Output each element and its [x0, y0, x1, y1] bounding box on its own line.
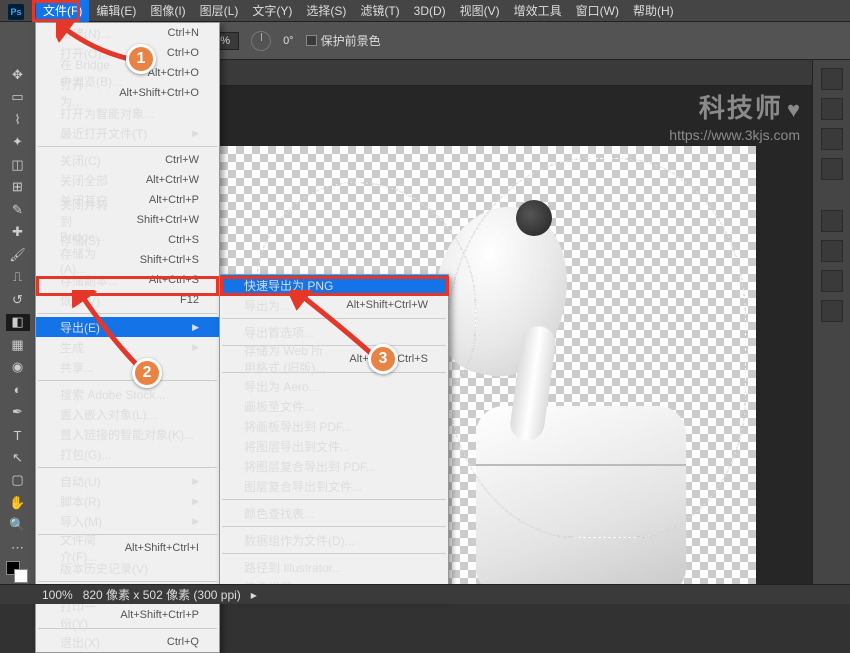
menubar-item[interactable]: 增效工具: [507, 0, 569, 22]
brush-tool[interactable]: 🖌: [6, 246, 30, 264]
menu-item[interactable]: 存储为 Web 所用格式 (旧版)...Alt+Shift+Ctrl+S: [220, 349, 448, 369]
lasso-tool[interactable]: ⌇: [6, 111, 30, 129]
menu-item[interactable]: 文件简介(F)...Alt+Shift+Ctrl+I: [36, 538, 219, 558]
stamp-tool[interactable]: ⎍: [6, 269, 30, 287]
menu-item[interactable]: 颜色查找表...: [220, 503, 448, 523]
history-tool[interactable]: ↺: [6, 291, 30, 309]
menu-item[interactable]: 打开为...Alt+Shift+Ctrl+O: [36, 83, 219, 103]
eraser-tool[interactable]: ◧: [6, 314, 30, 332]
menu-item[interactable]: 新建(N)...Ctrl+N: [36, 23, 219, 43]
blur-tool[interactable]: ◉: [6, 359, 30, 377]
menu-item[interactable]: 共享...: [36, 357, 219, 377]
menu-item[interactable]: 导出为...Alt+Shift+Ctrl+W: [220, 295, 448, 315]
path-tool[interactable]: ↖: [6, 449, 30, 467]
marching-ants: [446, 158, 746, 538]
menu-item[interactable]: 存储副本...Alt+Ctrl+S: [36, 270, 219, 290]
menu-item[interactable]: 导入(M)▶: [36, 511, 219, 531]
watermark: 科技师♥ https://www.3kjs.com: [669, 88, 800, 143]
menubar-item[interactable]: 图层(L): [193, 0, 246, 22]
fg-bg-tool[interactable]: [6, 561, 30, 584]
marquee-tool[interactable]: ▭: [6, 89, 30, 107]
menu-item[interactable]: 导出首选项...: [220, 322, 448, 342]
panel-icon[interactable]: [821, 270, 843, 292]
menu-item[interactable]: 搜索 Adobe Stock...: [36, 384, 219, 404]
menu-item[interactable]: 退出(X)Ctrl+Q: [36, 632, 219, 652]
menu-item[interactable]: 置入链接的智能对象(K)...: [36, 424, 219, 444]
doc-dimensions: 820 像素 x 502 像素 (300 ppi): [83, 586, 241, 603]
menu-item[interactable]: 关闭并转到 Bridge...Shift+Ctrl+W: [36, 210, 219, 230]
more-tool[interactable]: ⋯: [6, 539, 30, 557]
menu-item[interactable]: 快速导出为 PNG: [220, 275, 448, 295]
callout-3: 3: [368, 344, 398, 374]
toolbar: ✥ ▭ ⌇ ✦ ◫ ⊞ ✎ ✚ 🖌 ⎍ ↺ ◧ ▦ ◉ ◐ ✒ T ↖ ▢ ✋ …: [0, 22, 36, 584]
menu-item[interactable]: 最近打开文件(T)▶: [36, 123, 219, 143]
menubar-item[interactable]: 文件(F): [36, 0, 89, 22]
menu-item[interactable]: 置入嵌入对象(L)...: [36, 404, 219, 424]
move-tool[interactable]: ✥: [6, 66, 30, 84]
menu-item[interactable]: 生成▶: [36, 337, 219, 357]
menu-item: 打包(G)...: [36, 444, 219, 464]
menu-item[interactable]: 导出(E)▶: [36, 317, 219, 337]
menu-item[interactable]: 打印一份(Y)Alt+Shift+Ctrl+P: [36, 605, 219, 625]
angle-icon[interactable]: [251, 31, 271, 51]
callout-2: 2: [132, 358, 162, 388]
panel-icon[interactable]: [821, 68, 843, 90]
menu-item[interactable]: 图层复合导出到文件...: [220, 476, 448, 496]
menubar-item[interactable]: 窗口(W): [569, 0, 626, 22]
menu-item: 数据组作为文件(D)...: [220, 530, 448, 550]
menubar-item[interactable]: 滤镜(T): [353, 0, 406, 22]
menu-item[interactable]: 路径到 Illustrator...: [220, 557, 448, 577]
panel-icon[interactable]: [821, 300, 843, 322]
app-logo: Ps: [8, 4, 24, 20]
menubar: 文件(F)编辑(E)图像(I)图层(L)文字(Y)选择(S)滤镜(T)3D(D)…: [0, 0, 850, 22]
menubar-item[interactable]: 编辑(E): [89, 0, 143, 22]
zoom-tool[interactable]: 🔍: [6, 516, 30, 534]
menu-item[interactable]: 画板至文件...: [220, 396, 448, 416]
panel-icon[interactable]: [821, 158, 843, 180]
menubar-item[interactable]: 图像(I): [143, 0, 192, 22]
menu-item[interactable]: 脚本(R)▶: [36, 491, 219, 511]
menubar-item[interactable]: 帮助(H): [626, 0, 681, 22]
gradient-tool[interactable]: ▦: [6, 336, 30, 354]
menu-item[interactable]: 将画板导出到 PDF...: [220, 416, 448, 436]
status-bar: 100% 820 像素 x 502 像素 (300 ppi) ▸: [0, 584, 850, 604]
panel-icon[interactable]: [821, 240, 843, 262]
menu-item[interactable]: 关闭全部Alt+Ctrl+W: [36, 170, 219, 190]
frame-tool[interactable]: ⊞: [6, 179, 30, 197]
menubar-item[interactable]: 视图(V): [453, 0, 507, 22]
menubar-item[interactable]: 3D(D): [407, 1, 453, 21]
dodge-tool[interactable]: ◐: [6, 381, 30, 399]
status-arrow-icon[interactable]: ▸: [251, 588, 257, 602]
panel-icon[interactable]: [821, 128, 843, 150]
protect-fg-checkbox[interactable]: 保护前景色: [306, 32, 381, 49]
menubar-item[interactable]: 选择(S): [299, 0, 353, 22]
menu-item[interactable]: 将图层复合导出到 PDF...: [220, 456, 448, 476]
crop-tool[interactable]: ◫: [6, 156, 30, 174]
menu-item[interactable]: 将图层导出到文件...: [220, 436, 448, 456]
menu-item[interactable]: 恢复(V)F12: [36, 290, 219, 310]
zoom-level[interactable]: 100%: [42, 588, 73, 602]
menu-item[interactable]: 自动(U)▶: [36, 471, 219, 491]
file-menu: 新建(N)...Ctrl+N打开(O)...Ctrl+O在 Bridge 中浏览…: [35, 22, 220, 653]
right-panels: [812, 60, 850, 584]
menu-item[interactable]: 关闭(C)Ctrl+W: [36, 150, 219, 170]
panel-icon[interactable]: [821, 98, 843, 120]
shape-tool[interactable]: ▢: [6, 471, 30, 489]
menu-item[interactable]: 存储为(A)...Shift+Ctrl+S: [36, 250, 219, 270]
hand-tool[interactable]: ✋: [6, 494, 30, 512]
heal-tool[interactable]: ✚: [6, 224, 30, 242]
menubar-item[interactable]: 文字(Y): [245, 0, 299, 22]
eyedropper-tool[interactable]: ✎: [6, 201, 30, 219]
panel-icon[interactable]: [821, 210, 843, 232]
export-submenu: 快速导出为 PNG导出为...Alt+Shift+Ctrl+W 导出首选项... 存…: [219, 274, 449, 598]
menu-item[interactable]: 版本历史记录(V): [36, 558, 219, 578]
wand-tool[interactable]: ✦: [6, 134, 30, 152]
type-tool[interactable]: T: [6, 426, 30, 444]
menu-item[interactable]: 打开为智能对象...: [36, 103, 219, 123]
callout-1: 1: [126, 44, 156, 74]
pen-tool[interactable]: ✒: [6, 404, 30, 422]
menu-item[interactable]: 导出为 Aero...: [220, 376, 448, 396]
